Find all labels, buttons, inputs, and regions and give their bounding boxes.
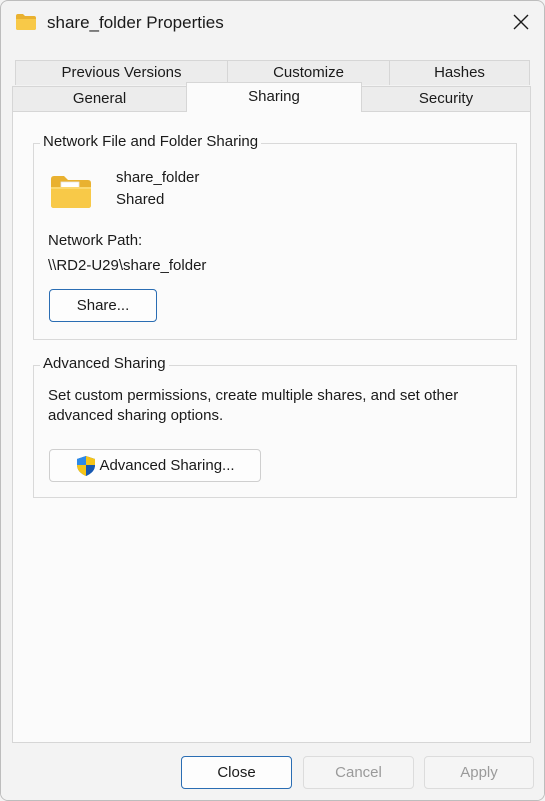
close-icon [513,14,529,34]
tab-general[interactable]: General [12,86,187,111]
group-title: Advanced Sharing [40,355,169,372]
window-title: share_folder Properties [47,13,224,32]
cancel-button[interactable]: Cancel [303,756,414,789]
advanced-sharing-group: Advanced Sharing Set custom permissions,… [33,355,517,498]
group-title: Network File and Folder Sharing [40,133,262,150]
folder-name: share_folder [116,169,200,186]
sharing-panel: Network File and Folder Sharing share_fo… [12,111,531,743]
folder-icon [15,13,37,31]
network-path-value: \\RD2-U29\share_folder [48,257,207,274]
close-button[interactable]: Close [181,756,292,789]
uac-shield-icon [75,455,97,477]
properties-window: share_folder Properties Previous Version… [0,0,545,801]
network-sharing-group: Network File and Folder Sharing share_fo… [33,133,517,340]
network-path-label: Network Path: [48,232,143,249]
advanced-description-line2: advanced sharing options. [48,407,224,424]
advanced-sharing-button-label: Advanced Sharing... [99,457,235,474]
dialog-footer: Close Cancel Apply [1,743,544,800]
tab-hashes[interactable]: Hashes [389,60,530,85]
share-button[interactable]: Share... [49,289,157,322]
title-bar: share_folder Properties [1,1,544,47]
tab-security[interactable]: Security [361,86,531,111]
apply-button[interactable]: Apply [424,756,534,789]
tab-sharing[interactable]: Sharing [186,82,362,112]
shared-folder-icon [49,174,93,210]
advanced-description-line1: Set custom permissions, create multiple … [48,387,459,404]
share-status: Shared [116,191,165,208]
close-window-button[interactable] [498,1,544,47]
advanced-sharing-button[interactable]: Advanced Sharing... [49,449,261,482]
